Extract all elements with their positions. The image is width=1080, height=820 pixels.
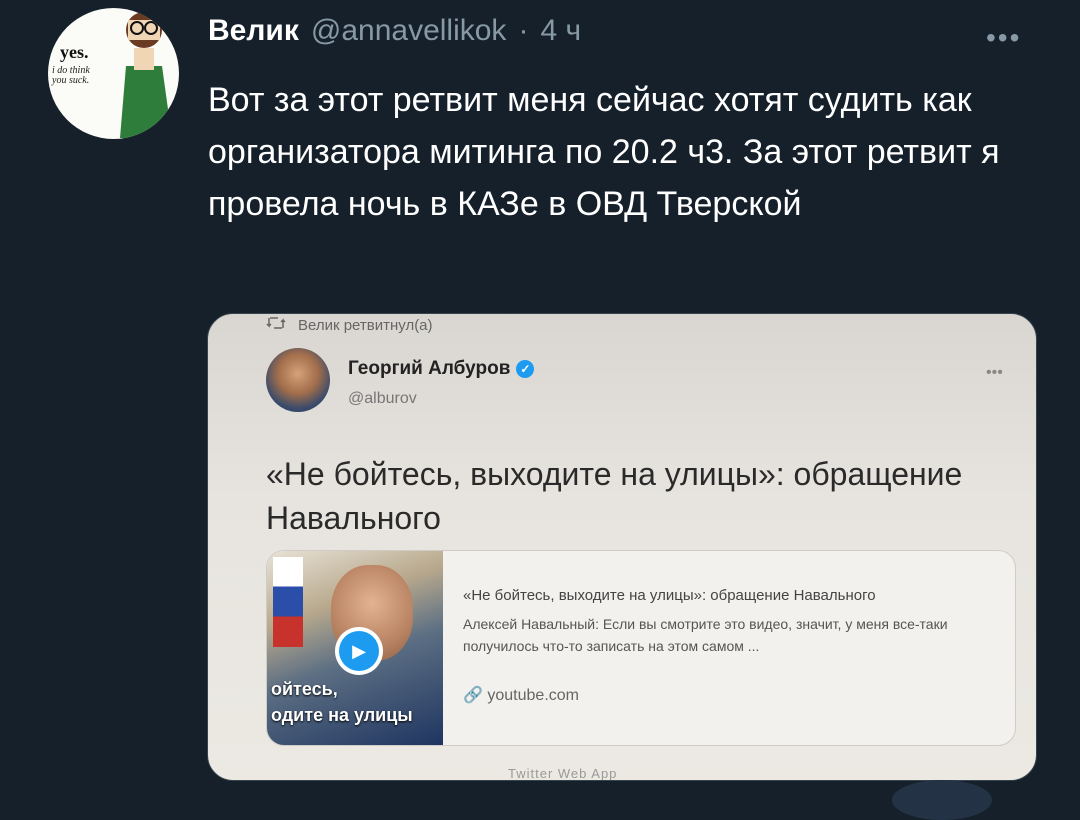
retweet-row: Велик ретвитнул(а) — [266, 316, 433, 334]
author-display-name[interactable]: Велик — [208, 14, 299, 48]
link-icon: 🔗 — [463, 687, 483, 704]
verified-badge-icon: ✓ — [516, 360, 535, 378]
video-thumbnail: ▶ ойтесь, одите на улицы — [267, 551, 443, 745]
inner-author-handle: @alburov — [348, 390, 417, 407]
more-options-icon[interactable]: ••• — [986, 22, 1021, 54]
header-separator: · — [518, 14, 529, 47]
inner-more-icon: ••• — [986, 364, 1003, 381]
tweet-header: Велик @annavellikok · 4 ч — [208, 14, 581, 54]
tweet-timestamp[interactable]: 4 ч — [540, 14, 581, 48]
tweet-text: Вот за этот ретвит меня сейчас хотят суд… — [208, 81, 1000, 223]
card-link: 🔗 youtube.com — [463, 685, 579, 705]
bottom-decoration — [892, 780, 992, 820]
flag-graphic — [273, 557, 303, 647]
card-description: Алексей Навальный: Если вы смотрите это … — [463, 616, 948, 654]
inner-author-label: Георгий Албуров — [348, 358, 511, 379]
play-button-icon: ▶ — [335, 627, 383, 675]
link-card: ▶ ойтесь, одите на улицы «Не бойтесь, вы… — [266, 550, 1016, 746]
inner-avatar — [266, 348, 330, 412]
tweet-photo[interactable]: Велик ретвитнул(а) Георгий Албуров ✓ @al… — [207, 313, 1037, 781]
inner-tweet-text: «Не бойтесь, выходите на улицы»: обращен… — [266, 456, 963, 536]
author-handle[interactable]: @annavellikok — [311, 14, 507, 48]
avatar-illustration — [120, 12, 172, 138]
thumbnail-caption-1: ойтесь, — [271, 679, 338, 699]
thumbnail-caption-2: одите на улицы — [271, 705, 413, 725]
author-avatar[interactable]: yes. i do think you suck. — [48, 8, 179, 139]
photo-footer-text: Twitter Web App — [508, 766, 618, 781]
inner-author-name: Георгий Албуров ✓ — [348, 358, 535, 380]
retweet-icon — [266, 316, 286, 334]
retweet-line: Велик ретвитнул(а) — [298, 316, 433, 334]
card-link-text: youtube.com — [487, 687, 579, 704]
card-title: «Не бойтесь, выходите на улицы»: обращен… — [463, 587, 876, 604]
